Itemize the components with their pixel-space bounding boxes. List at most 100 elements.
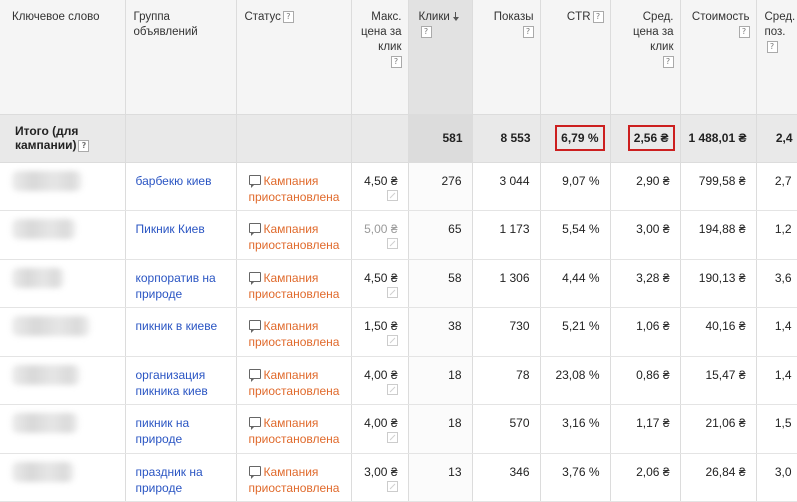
edit-bid-icon[interactable] xyxy=(386,383,398,395)
max-cpc-cell[interactable]: 4,50 ₴ xyxy=(351,259,409,308)
clicks-cell: 18 xyxy=(408,404,473,454)
ad-group-link[interactable]: организация пикника киев xyxy=(136,368,208,398)
speech-bubble-icon[interactable] xyxy=(248,271,261,285)
clicks-cell: 276 xyxy=(408,162,473,211)
impressions-cell: 1 306 xyxy=(472,259,541,308)
avg-cpc-cell: 2,06 ₴ xyxy=(610,453,681,502)
keyword-cell xyxy=(0,307,126,357)
ad-group-link[interactable]: Пикник Киев xyxy=(136,222,205,236)
clicks-cell: 18 xyxy=(408,356,473,405)
column-header-max-cpc[interactable]: Макс. цена за клик? xyxy=(351,0,409,115)
max-cpc-value[interactable]: 4,00 ₴ xyxy=(364,416,397,430)
speech-bubble-icon[interactable] xyxy=(248,368,261,382)
help-icon[interactable]: ? xyxy=(78,139,90,152)
column-header-clicks[interactable]: Клики? xyxy=(408,0,473,115)
totals-row: Итого (для кампании)? 581 8 553 6,79 % 2… xyxy=(0,114,797,163)
column-header-impressions[interactable]: Показы? xyxy=(472,0,541,115)
max-cpc-cell[interactable]: 4,00 ₴ xyxy=(351,356,409,405)
max-cpc-cell[interactable]: 1,50 ₴ xyxy=(351,307,409,357)
help-icon[interactable]: ? xyxy=(662,55,674,68)
speech-bubble-icon[interactable] xyxy=(248,417,261,430)
status-cell: Кампания приостановлена xyxy=(236,404,352,454)
column-header-ctr[interactable]: CTR? xyxy=(540,0,611,115)
status-cell: Кампания приостановлена xyxy=(236,356,352,405)
speech-bubble-icon[interactable] xyxy=(248,223,261,236)
help-icon[interactable]: ? xyxy=(282,10,294,23)
max-cpc-value[interactable]: 4,50 ₴ xyxy=(364,174,397,188)
help-icon[interactable]: ? xyxy=(522,25,534,38)
ad-group-link[interactable]: праздник на природе xyxy=(136,465,203,495)
speech-bubble-icon[interactable] xyxy=(248,174,261,188)
column-header-ad-group[interactable]: Группа объявлений xyxy=(125,0,237,115)
totals-max-cpc xyxy=(351,114,409,163)
table-row: праздник на природе Кампания приостановле… xyxy=(0,453,797,502)
impressions-cell: 78 xyxy=(472,356,541,405)
help-icon[interactable]: ? xyxy=(390,55,402,68)
keyword-cell xyxy=(0,259,126,308)
max-cpc-value[interactable]: 1,50 ₴ xyxy=(364,319,397,333)
column-header-avg-position[interactable]: Сред. поз.? xyxy=(756,0,797,115)
status-text: Кампания приостановлена xyxy=(248,319,340,349)
sort-down-arrow-icon xyxy=(452,11,459,22)
edit-bid-icon[interactable] xyxy=(386,286,398,298)
avg-cpc-cell: 3,00 ₴ xyxy=(610,210,681,260)
ad-group-link[interactable]: корпоратив на природе xyxy=(136,271,216,301)
keyword-cell xyxy=(0,404,126,454)
edit-bid-icon[interactable] xyxy=(386,480,398,492)
max-cpc-cell[interactable]: 4,00 ₴ xyxy=(351,404,409,454)
cost-cell: 799,58 ₴ xyxy=(680,162,757,211)
column-header-keyword[interactable]: Ключевое слово xyxy=(0,0,126,115)
ctr-cell: 5,54 % xyxy=(540,210,611,260)
max-cpc-value[interactable]: 3,00 ₴ xyxy=(364,465,397,479)
edit-bid-icon[interactable] xyxy=(386,335,398,346)
table-row: пикник в киеве Кампания приостановлена 1,5… xyxy=(0,307,797,357)
column-header-status[interactable]: Статус? xyxy=(236,0,352,115)
column-header-cost[interactable]: Стоимость? xyxy=(680,0,757,115)
speech-bubble-icon[interactable] xyxy=(248,320,261,333)
speech-bubble-icon[interactable] xyxy=(248,465,261,479)
edit-bid-icon[interactable] xyxy=(386,432,398,443)
cost-cell: 15,47 ₴ xyxy=(680,356,757,405)
highlight-box: 6,79 % xyxy=(555,125,605,151)
avg-position-cell: 1,4 xyxy=(756,307,797,357)
table-row: барбекю киев Кампания приостановлена 4,50 … xyxy=(0,162,797,211)
avg-position-cell: 2,7 xyxy=(756,162,797,211)
max-cpc-value[interactable]: 4,50 ₴ xyxy=(364,271,397,285)
avg-cpc-cell: 1,06 ₴ xyxy=(610,307,681,357)
ad-group-link[interactable]: пикник на природе xyxy=(136,416,190,446)
avg-position-cell: 1,4 xyxy=(756,356,797,405)
impressions-cell: 570 xyxy=(472,404,541,454)
max-cpc-cell[interactable]: 4,50 ₴ xyxy=(351,162,409,211)
table-row: корпоратив на природе Кампания приостанов… xyxy=(0,259,797,308)
clicks-cell: 58 xyxy=(408,259,473,308)
help-icon[interactable]: ? xyxy=(592,10,604,23)
ad-group-cell: пикник в киеве xyxy=(125,307,237,357)
edit-bid-icon[interactable] xyxy=(386,238,398,249)
avg-cpc-cell: 0,86 ₴ xyxy=(610,356,681,405)
max-cpc-value[interactable]: 4,00 ₴ xyxy=(364,368,397,382)
status-text: Кампания приостановлена xyxy=(248,173,340,204)
keywords-table: Ключевое слово Группа объявлений Статус?… xyxy=(0,0,797,502)
column-header-avg-cpc[interactable]: Сред. цена за клик? xyxy=(610,0,681,115)
edit-bid-icon[interactable] xyxy=(386,189,398,201)
help-icon[interactable]: ? xyxy=(766,40,778,53)
help-icon[interactable]: ? xyxy=(420,25,432,38)
clicks-cell: 65 xyxy=(408,210,473,260)
avg-position-cell: 1,5 xyxy=(756,404,797,454)
ad-group-link[interactable]: пикник в киеве xyxy=(136,319,218,333)
status-text: Кампания приостановлена xyxy=(248,270,340,301)
max-cpc-cell[interactable]: 3,00 ₴ xyxy=(351,453,409,502)
avg-cpc-cell: 3,28 ₴ xyxy=(610,259,681,308)
ad-group-link[interactable]: барбекю киев xyxy=(136,174,212,188)
cost-cell: 194,88 ₴ xyxy=(680,210,757,260)
max-cpc-cell[interactable]: 5,00 ₴ xyxy=(351,210,409,260)
max-cpc-value[interactable]: 5,00 ₴ xyxy=(364,222,397,236)
status-text: Кампания приостановлена xyxy=(248,367,340,398)
status-text: Кампания приостановлена xyxy=(248,222,340,252)
totals-label: Итого (для кампании)? xyxy=(0,114,126,163)
table-header-row: Ключевое слово Группа объявлений Статус?… xyxy=(0,0,797,115)
status-cell: Кампания приостановлена xyxy=(236,307,352,357)
impressions-cell: 1 173 xyxy=(472,210,541,260)
ctr-cell: 3,16 % xyxy=(540,404,611,454)
help-icon[interactable]: ? xyxy=(738,25,750,38)
